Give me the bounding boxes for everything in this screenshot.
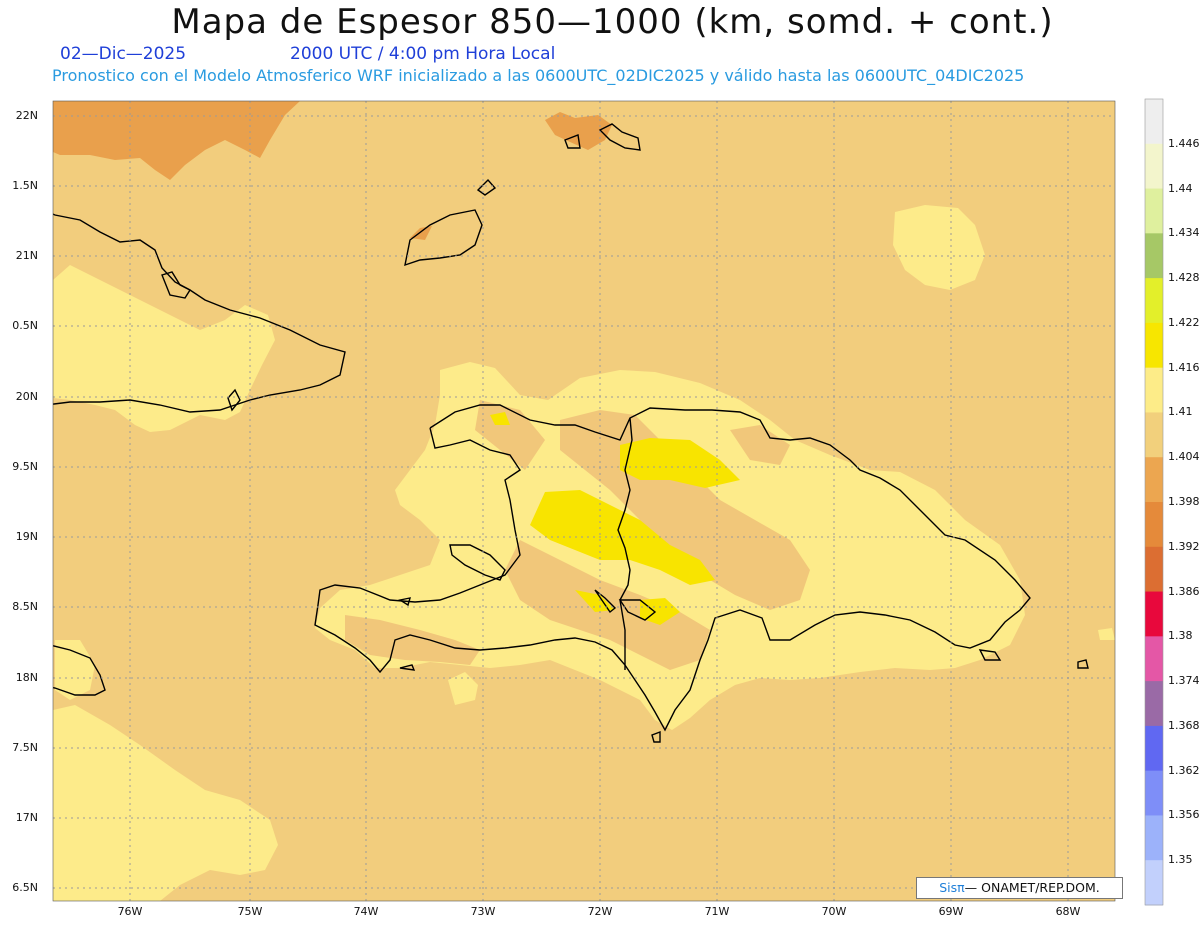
colorbar-swatch [1145,725,1163,772]
colorbar-swatch [1145,591,1163,637]
colorbar-label: 1.386 [1168,584,1200,598]
colorbar-label: 1.416 [1168,360,1200,374]
colorbar-swatch [1145,233,1163,279]
lat-label: 21N [15,249,38,262]
colorbar-label: 1.398 [1168,495,1200,508]
lon-label: 71W [704,905,730,918]
colorbar-label: 1.428 [1168,271,1200,285]
colorbar-label: 1.44 [1168,181,1193,195]
lat-label: 1.5N [12,179,38,192]
lat-label: 17N [15,811,38,824]
colorbar-label: 1.38 [1168,629,1193,643]
lat-label: 20N [15,390,38,403]
colorbar-swatch [1145,412,1163,458]
map-figure [52,98,1164,906]
colorbar-label: 1.368 [1168,718,1200,732]
lat-label: 19N [15,530,38,543]
credit-box: Sisπ— ONAMET/REP.DOM. [916,877,1123,899]
colorbar-swatch [1145,278,1163,324]
lat-label: 18N [15,671,38,684]
sispi-logo: Sisπ [939,880,965,895]
colorbar-swatch [1145,860,1163,906]
colorbar-swatch [1145,636,1163,682]
colorbar-label: 1.41 [1168,405,1193,419]
lat-label: 0.5N [12,319,38,332]
colorbar-label: 1.35 [1168,853,1193,867]
lon-label: 70W [821,905,847,918]
colorbar-swatch [1145,457,1163,503]
lat-label: 6.5N [12,881,38,894]
colorbar-label: 1.404 [1168,450,1200,464]
colorbar-label: 1.356 [1168,808,1200,822]
credit-text: — ONAMET/REP.DOM. [964,880,1100,895]
lat-label: 22N [15,109,38,122]
colorbar-swatch [1145,681,1163,727]
colorbar-swatch [1145,367,1163,413]
lon-label: 74W [353,905,379,918]
colorbar-swatch [1145,322,1163,369]
lat-label: 7.5N [12,741,38,754]
lon-label: 69W [938,905,964,918]
lon-label: 68W [1055,905,1081,918]
colorbar [1144,98,1164,906]
lat-label: 8.5N [12,600,38,613]
lon-label: 76W [117,905,143,918]
colorbar-swatch [1145,188,1163,234]
colorbar-swatch [1145,546,1163,593]
colorbar-swatch [1145,770,1163,816]
lon-label: 73W [470,905,496,918]
colorbar-swatch [1145,815,1163,861]
colorbar-swatch [1145,143,1163,190]
lon-label: 72W [587,905,613,918]
lat-label: 9.5N [12,460,38,473]
colorbar-label: 1.434 [1168,226,1200,240]
colorbar-label: 1.362 [1168,763,1200,777]
colorbar-label: 1.374 [1168,674,1200,688]
colorbar-label: 1.446 [1168,136,1200,150]
lon-label: 75W [237,905,263,918]
colorbar-swatch [1145,502,1163,548]
colorbar-label: 1.392 [1168,539,1200,553]
map-area [53,101,1115,901]
colorbar-label: 1.422 [1168,315,1200,329]
light-thickness-islet [1098,628,1115,640]
colorbar-swatch [1145,99,1163,145]
